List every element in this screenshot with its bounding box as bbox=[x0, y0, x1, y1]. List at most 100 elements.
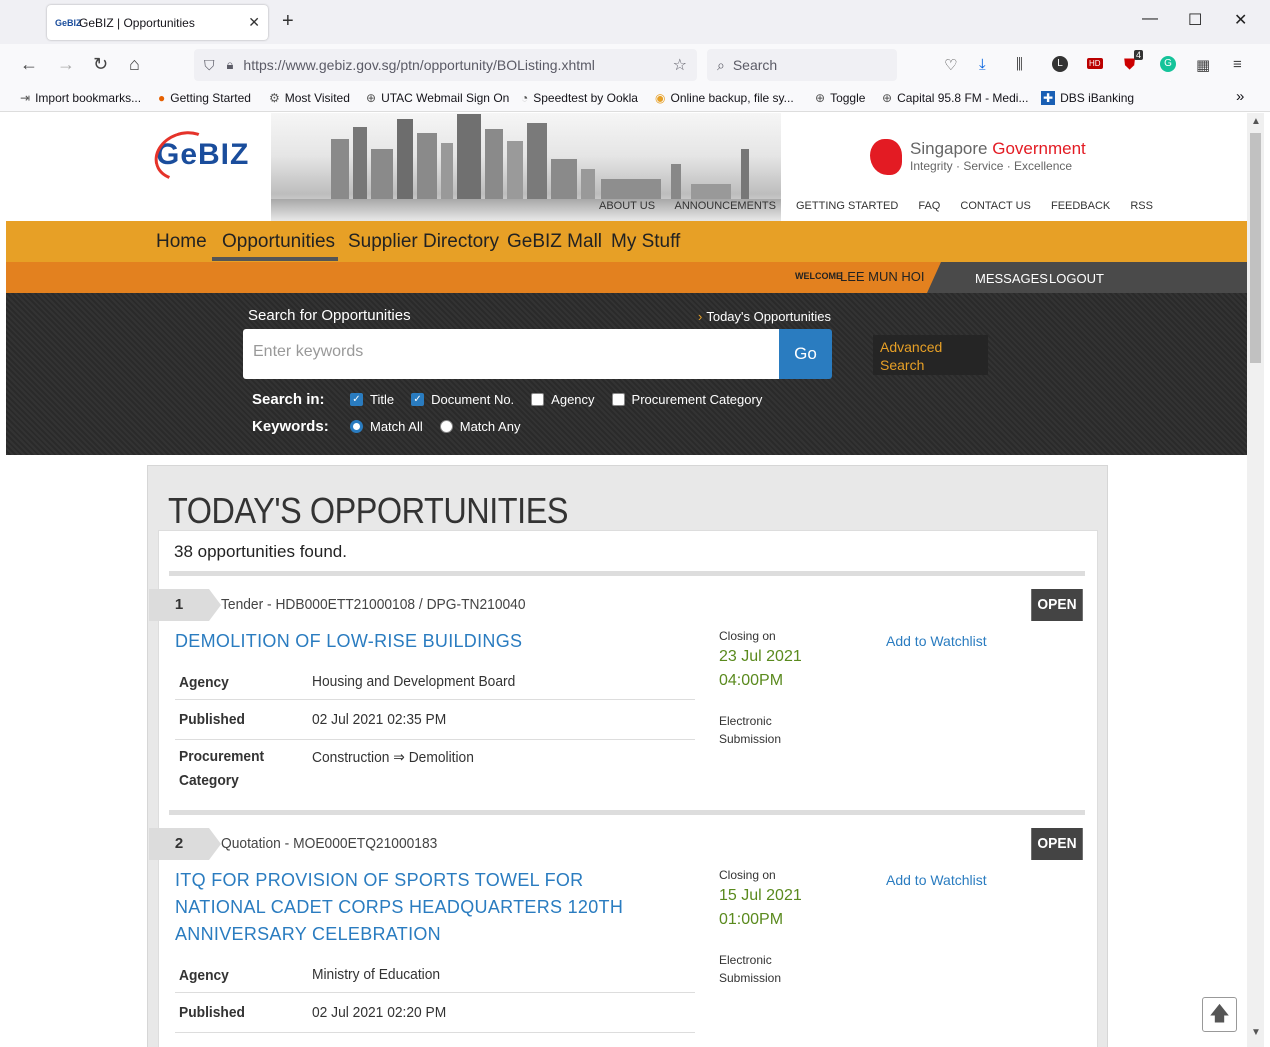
url-text[interactable]: https://www.gebiz.gov.sg/ptn/opportunity… bbox=[243, 57, 672, 73]
add-to-watchlist-link[interactable]: Add to Watchlist bbox=[886, 633, 987, 649]
opportunity-type: Tender - HDB000ETT21000108 / DPG-TN21004… bbox=[221, 596, 526, 613]
todays-opportunities-link[interactable]: › Today's Opportunities bbox=[698, 309, 831, 324]
grammarly-icon[interactable]: G bbox=[1160, 56, 1176, 72]
divider bbox=[169, 571, 1085, 576]
maximize-icon[interactable]: ☐ bbox=[1188, 10, 1202, 30]
bookmark-star-icon[interactable]: ☆ bbox=[673, 55, 687, 75]
advanced-search-link[interactable]: Advanced Search bbox=[873, 335, 988, 375]
add-to-watchlist-link[interactable]: Add to Watchlist bbox=[886, 872, 987, 888]
close-tab-icon[interactable]: ✕ bbox=[248, 14, 260, 31]
bookmark-item[interactable]: ◉ Online backup, file sy... bbox=[655, 91, 794, 105]
agency-row: Agency Ministry of Education bbox=[175, 960, 695, 993]
opportunity-type: Quotation - MOE000ETQ21000183 bbox=[221, 835, 438, 852]
bookmark-item[interactable]: ⊕ Toggle bbox=[815, 91, 865, 105]
opportunity-title-link[interactable]: ITQ FOR PROVISION OF SPORTS TOWEL FOR NA… bbox=[175, 867, 675, 948]
forward-icon[interactable]: → bbox=[57, 54, 75, 75]
bookmark-label: Import bookmarks... bbox=[35, 91, 142, 105]
checkbox-unchecked-icon bbox=[531, 393, 545, 406]
checkbox-title[interactable]: ✓ Title bbox=[350, 392, 394, 407]
submission-line2: Submission bbox=[719, 732, 782, 746]
reload-icon[interactable]: ↻ bbox=[93, 54, 108, 75]
shield-icon[interactable]: ⛉ bbox=[204, 57, 215, 74]
link-faq[interactable]: FAQ bbox=[918, 200, 940, 212]
checkbox-agency[interactable]: Agency bbox=[531, 392, 595, 407]
new-tab-icon[interactable]: + bbox=[282, 10, 294, 33]
agency-label: Agency bbox=[179, 967, 229, 984]
link-rss[interactable]: RSS bbox=[1130, 200, 1153, 212]
category-value: Construction ⇒ Demolition bbox=[312, 749, 474, 766]
user-name: LEE MUN HOI bbox=[840, 269, 925, 284]
close-window-icon[interactable]: ✕ bbox=[1234, 10, 1247, 30]
page-scrollbar[interactable]: ▲ ▼ bbox=[1247, 113, 1264, 1047]
scroll-down-icon[interactable]: ▼ bbox=[1251, 1027, 1261, 1038]
extension-icon[interactable]: ▦ bbox=[1196, 56, 1210, 74]
top-links: ABOUT US ANNOUNCEMENTS GETTING STARTED F… bbox=[599, 200, 1170, 212]
home-icon[interactable]: ⌂ bbox=[129, 54, 140, 75]
bookmark-item[interactable]: ● Getting Started bbox=[158, 91, 251, 105]
library-icon[interactable]: ⫼ bbox=[1016, 56, 1023, 73]
checkbox-label: Title bbox=[370, 392, 395, 407]
closing-date: 15 Jul 2021 bbox=[719, 887, 802, 904]
link-about-us[interactable]: ABOUT US bbox=[599, 200, 655, 212]
scrollbar-thumb[interactable] bbox=[1250, 133, 1261, 363]
closing-datetime: 15 Jul 2021 01:00PM bbox=[719, 884, 802, 932]
nav-gebiz-mall[interactable]: GeBIZ Mall bbox=[507, 231, 602, 253]
link-feedback[interactable]: FEEDBACK bbox=[1051, 200, 1110, 212]
keywords-row: Keywords: Match All Match Any bbox=[252, 418, 537, 435]
agency-label: Agency bbox=[179, 674, 229, 691]
gear-icon: ⚙ bbox=[269, 91, 280, 105]
radio-match-all[interactable]: Match All bbox=[350, 419, 423, 434]
pocket-icon[interactable]: ♡ bbox=[944, 56, 957, 74]
nav-opportunities[interactable]: Opportunities bbox=[222, 231, 335, 253]
link-announcements[interactable]: ANNOUNCEMENTS bbox=[674, 200, 775, 212]
messages-link[interactable]: MESSAGES bbox=[975, 271, 1048, 286]
back-to-top-icon[interactable]: 🡅 bbox=[1202, 997, 1237, 1032]
radio-selected-icon bbox=[350, 420, 363, 433]
browser-tab[interactable]: GeBIZ GeBIZ | Opportunities ✕ bbox=[47, 5, 268, 40]
url-bar[interactable]: ⛉ 🔒︎ https://www.gebiz.gov.sg/ptn/opport… bbox=[194, 49, 697, 81]
speedtest-icon: ◔ bbox=[521, 91, 529, 105]
closing-label: Closing on bbox=[719, 629, 776, 643]
menu-icon[interactable]: ≡ bbox=[1233, 56, 1242, 73]
opportunity-title-link[interactable]: DEMOLITION OF LOW-RISE BUILDINGS bbox=[175, 628, 695, 655]
logout-link[interactable]: LOGOUT bbox=[1049, 271, 1104, 286]
go-button[interactable]: Go bbox=[779, 329, 832, 379]
bookmark-item[interactable]: ⊕ Capital 95.8 FM - Medi... bbox=[882, 91, 1028, 105]
hd-extension-icon[interactable]: HD bbox=[1087, 58, 1103, 69]
back-icon[interactable]: ← bbox=[20, 54, 38, 75]
more-bookmarks-icon[interactable]: » bbox=[1236, 88, 1244, 105]
firefox-icon: ● bbox=[158, 91, 166, 105]
bookmark-item[interactable]: ◔ Speedtest by Ookla bbox=[521, 91, 638, 105]
bookmark-item[interactable]: ⇥ Import bookmarks... bbox=[20, 91, 141, 105]
bookmark-item[interactable]: ⊕ UTAC Webmail Sign On bbox=[366, 91, 509, 105]
lock-icon[interactable]: 🔒︎ bbox=[227, 57, 234, 73]
tab-bar: GeBIZ GeBIZ | Opportunities ✕ + — ☐ ✕ bbox=[0, 0, 1270, 44]
radio-match-any[interactable]: Match Any bbox=[439, 419, 520, 434]
scroll-up-icon[interactable]: ▲ bbox=[1251, 116, 1261, 127]
agency-value: Housing and Development Board bbox=[312, 673, 516, 690]
link-contact-us[interactable]: CONTACT US bbox=[960, 200, 1031, 212]
downloads-icon[interactable]: ⤓ bbox=[979, 56, 986, 73]
search-panel: Search for Opportunities › Today's Opport… bbox=[6, 293, 1247, 455]
nav-my-stuff[interactable]: My Stuff bbox=[611, 231, 680, 253]
tab-title: GeBIZ | Opportunities bbox=[79, 15, 195, 30]
category-row: Procurement Category Construction ⇒ Demol… bbox=[175, 745, 695, 797]
gebiz-logo[interactable]: GeBIZ bbox=[147, 123, 249, 189]
import-icon: ⇥ bbox=[20, 91, 31, 105]
nav-home[interactable]: Home bbox=[156, 231, 207, 253]
submission-line1: Electronic bbox=[719, 714, 772, 728]
search-icon: ⌕ bbox=[717, 56, 725, 73]
checkbox-document-no[interactable]: ✓ Document No. bbox=[411, 392, 514, 407]
site-header: GeBIZ Singapore Government Integrity · S… bbox=[6, 113, 1247, 221]
singapore-government-logo[interactable]: Singapore Government Integrity · Service… bbox=[870, 139, 1086, 175]
bookmark-item[interactable]: ⚙ Most Visited bbox=[269, 91, 350, 105]
dbs-icon: ✚ bbox=[1041, 91, 1056, 105]
nav-supplier-directory[interactable]: Supplier Directory bbox=[348, 231, 499, 253]
browser-search-input[interactable]: ⌕ Search bbox=[707, 49, 897, 81]
bookmark-item[interactable]: ✚ DBS iBanking bbox=[1041, 91, 1134, 105]
link-getting-started[interactable]: GETTING STARTED bbox=[796, 200, 898, 212]
minimize-icon[interactable]: — bbox=[1142, 10, 1158, 28]
keyword-search-input[interactable]: Enter keywords bbox=[243, 329, 780, 379]
account-icon[interactable]: L bbox=[1052, 56, 1068, 72]
checkbox-procurement-category[interactable]: Procurement Category bbox=[611, 392, 762, 407]
